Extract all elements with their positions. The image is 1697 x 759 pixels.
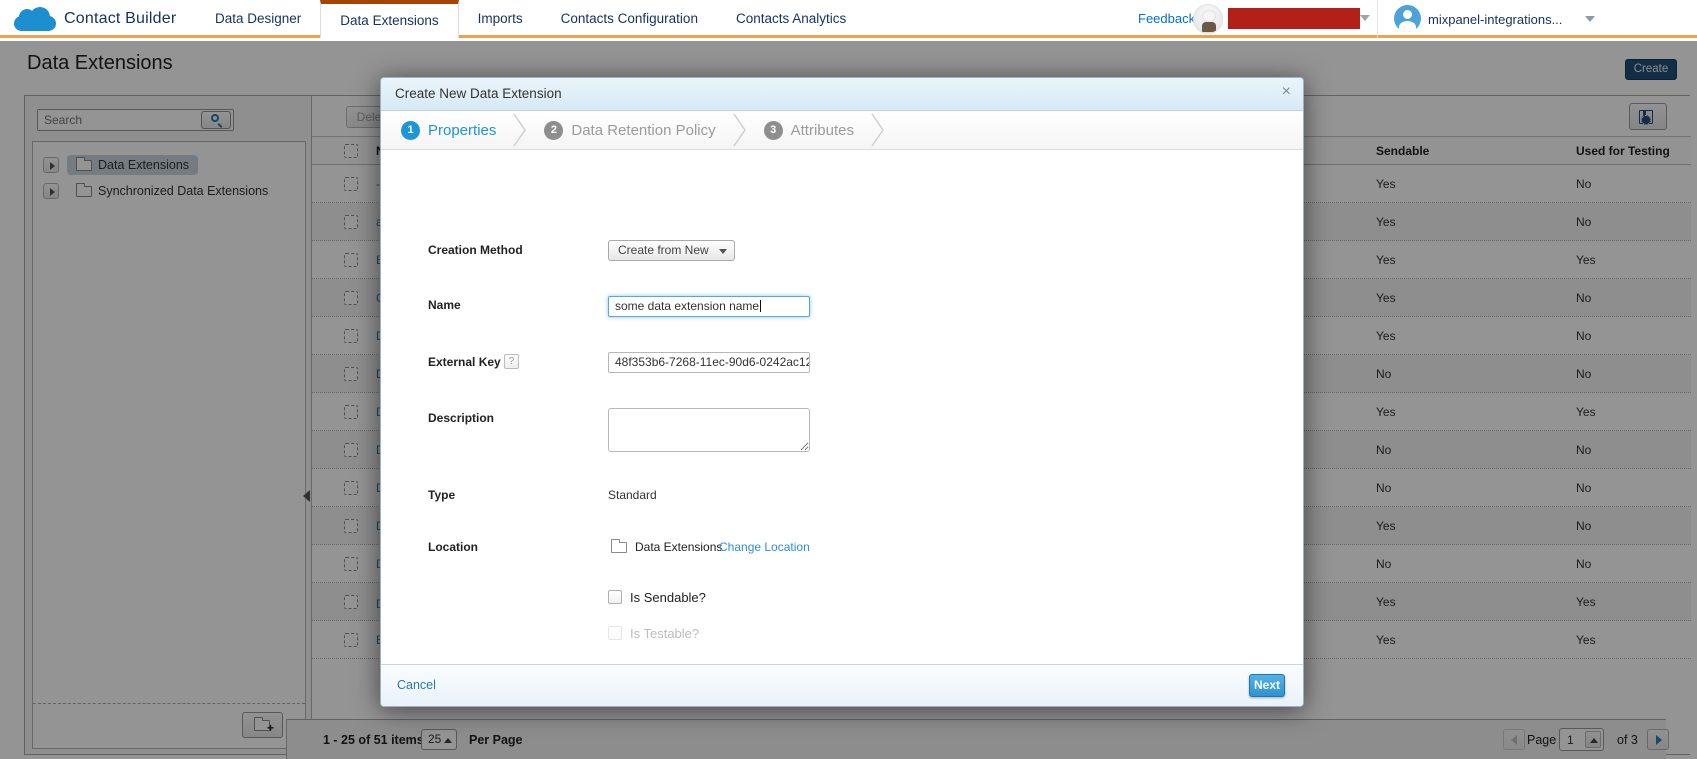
type-label: Type [428,488,455,502]
wizard-steps: 1 Properties 2 Data Retention Policy 3 A… [381,111,1303,150]
is-sendable-checkbox[interactable] [608,590,622,604]
close-icon[interactable]: × [1282,84,1291,100]
salesforce-cloud-logo [14,7,56,31]
user-menu-chevron-icon[interactable] [1585,16,1595,22]
modal-body: Creation Method Create from New Name som… [381,150,1303,666]
step-label: Data Retention Policy [571,122,715,139]
external-key-input[interactable]: 48f353b6-7268-11ec-90d6-0242ac1200 [608,352,810,373]
wizard-step[interactable]: 2 Data Retention Policy [544,113,763,147]
type-value: Standard [608,488,657,502]
feedback-link[interactable]: Feedback [1138,11,1195,26]
nav-tab[interactable]: Imports [459,0,542,38]
name-input[interactable]: some data extension name [608,296,810,317]
top-nav: Contact Builder Data Designer Data Extens… [0,0,1697,38]
nav-tab[interactable]: Contacts Analytics [717,0,865,38]
text-caret [760,300,761,312]
nav-tab-label: Contacts Analytics [736,11,846,26]
nav-tab[interactable]: Data Extensions [320,0,458,38]
nav-tab-label: Imports [478,11,523,26]
change-location-link[interactable]: Change Location [719,540,810,554]
nav-tab[interactable]: Contacts Configuration [542,0,717,38]
nav-tab[interactable]: Data Designer [196,0,320,38]
name-label: Name [428,298,461,312]
next-button[interactable]: Next [1249,674,1285,697]
step-number-badge: 2 [544,121,563,140]
modal-footer: Cancel Next [381,664,1303,706]
creation-method-value: Create from New [618,243,709,257]
creation-method-dropdown[interactable]: Create from New [608,240,735,261]
app-title: Contact Builder [64,10,176,28]
redacted-account-selector[interactable] [1228,8,1360,29]
step-label: Properties [428,122,496,139]
nav-tab-label: Contacts Configuration [561,11,698,26]
is-testable-checkbox [608,626,622,640]
description-textarea[interactable] [608,408,810,452]
nav-tab-label: Data Extensions [340,13,438,28]
location-value: Data Extensions [635,540,722,554]
step-number-badge: 3 [764,121,783,140]
create-data-extension-modal: Create New Data Extension × 1 Properties… [380,77,1304,707]
einstein-avatar[interactable] [1193,4,1223,34]
step-label: Attributes [791,122,854,139]
wizard-step[interactable]: 3 Attributes [764,113,902,147]
step-separator-chevron-icon [870,113,886,147]
cancel-link[interactable]: Cancel [397,678,436,692]
user-name[interactable]: mixpanel-integrations... [1428,12,1562,27]
modal-header: Create New Data Extension × [381,78,1303,111]
user-icon[interactable] [1394,5,1421,32]
help-icon[interactable]: ? [504,354,519,369]
location-label: Location [428,540,478,554]
step-separator-chevron-icon [512,113,528,147]
step-number-badge: 1 [401,121,420,140]
creation-method-label: Creation Method [428,243,523,257]
nav-tab-label: Data Designer [215,11,301,26]
nav-divider [1377,0,1378,38]
chevron-down-icon [1360,15,1370,21]
nav-tabs: Data Designer Data Extensions Imports Conta… [196,0,865,38]
dropdown-caret-icon [719,249,727,254]
is-sendable-label: Is Sendable? [630,590,706,605]
external-key-label: External Key [428,355,501,369]
step-separator-chevron-icon [732,113,748,147]
wizard-step[interactable]: 1 Properties [401,113,544,147]
name-input-value: some data extension name [615,299,759,313]
is-testable-label: Is Testable? [630,626,699,641]
description-label: Description [428,411,494,425]
external-key-value: 48f353b6-7268-11ec-90d6-0242ac1200 [615,355,810,369]
location-folder-icon [611,542,627,553]
modal-title: Create New Data Extension [395,86,562,101]
